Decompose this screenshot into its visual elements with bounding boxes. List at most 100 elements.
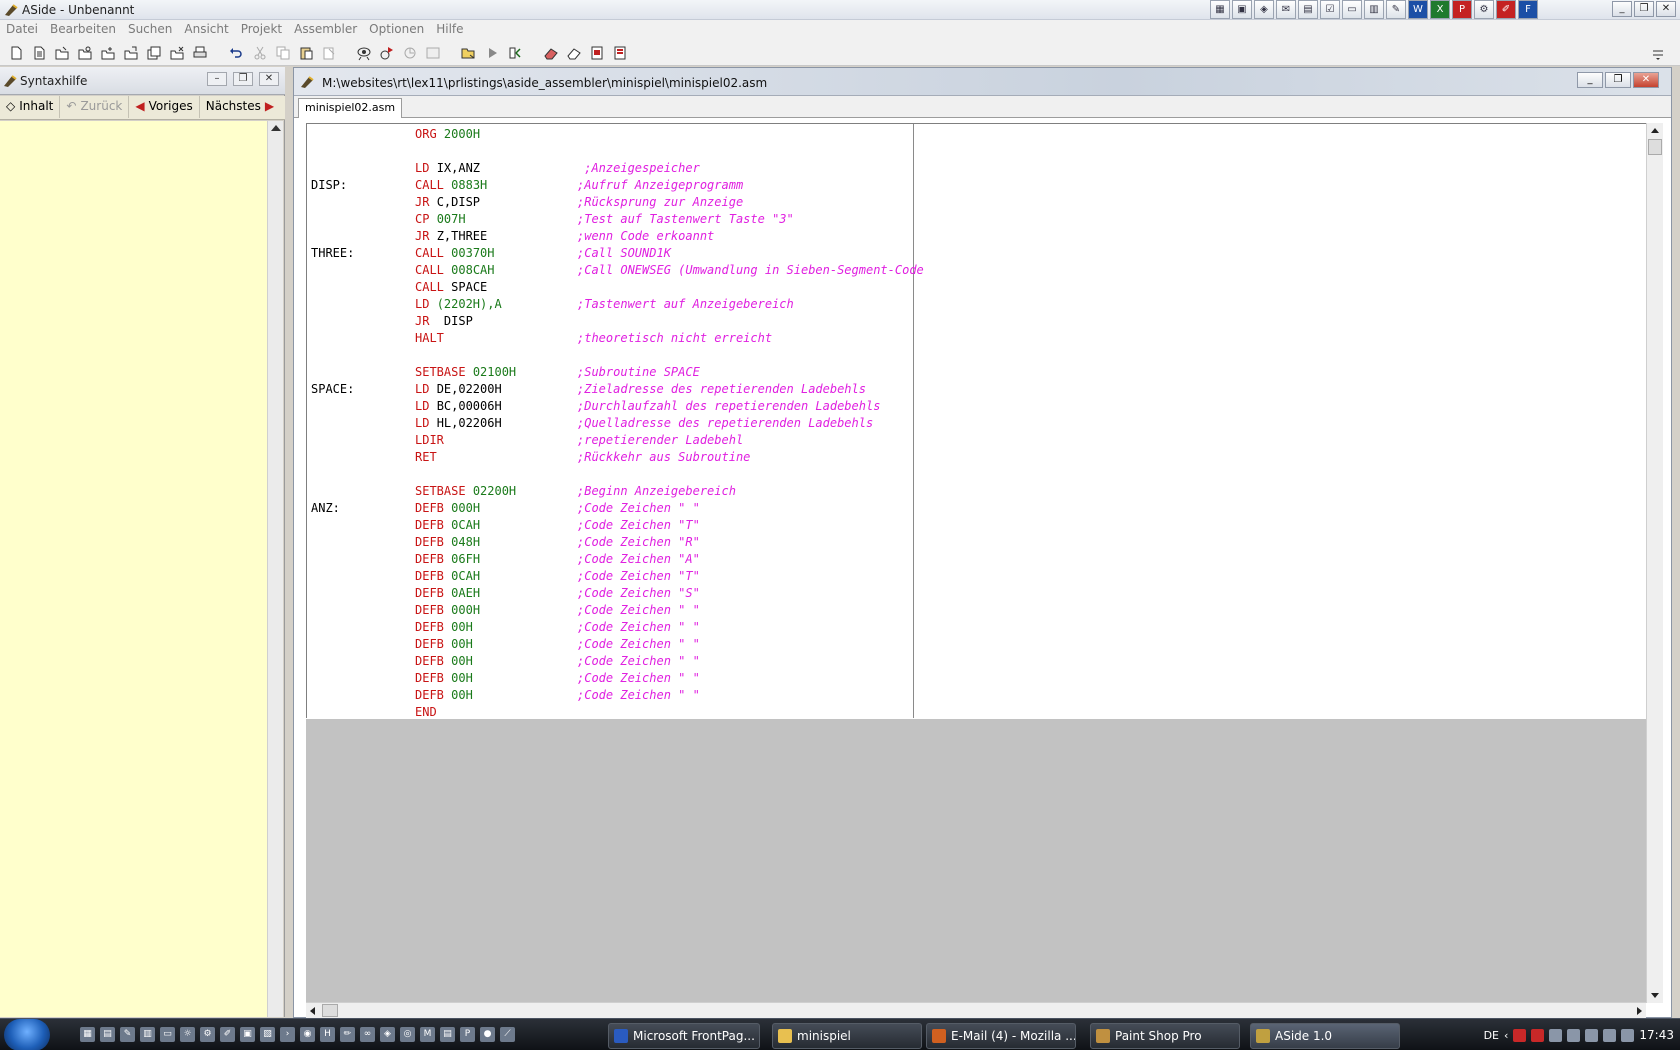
contact-icon[interactable]: ▭	[1342, 0, 1362, 19]
connection-icon[interactable]	[1621, 1028, 1635, 1042]
scroll-left-arrow-icon[interactable]	[310, 1007, 315, 1015]
horizontal-scroll-thumb[interactable]	[322, 1004, 338, 1017]
help-icon[interactable]: H	[320, 1027, 335, 1042]
calculator-icon[interactable]: ▥	[140, 1027, 155, 1042]
clear-icon[interactable]	[566, 45, 582, 61]
firefox-icon[interactable]: ●	[480, 1027, 495, 1042]
switch-windows-icon[interactable]: ▤	[100, 1027, 115, 1042]
office-shortcut-icon[interactable]: ▣	[1232, 0, 1252, 19]
tool-icon[interactable]: ⟋	[500, 1027, 515, 1042]
help-scrollbar[interactable]	[267, 121, 283, 1017]
console-icon[interactable]: ›	[280, 1027, 295, 1042]
menu-optionen[interactable]: Optionen	[369, 20, 430, 40]
copy-icon[interactable]	[275, 45, 291, 61]
tab-minispiel02[interactable]: minispiel02.asm	[298, 98, 403, 118]
editor-restore-button[interactable]: ❐	[1605, 72, 1631, 88]
close-file-icon[interactable]	[169, 45, 185, 61]
back-button[interactable]: ↶ Zurück	[60, 96, 130, 118]
clock[interactable]: 17:43	[1639, 1028, 1674, 1042]
language-indicator[interactable]: DE	[1484, 1029, 1499, 1042]
notepad-icon[interactable]: ▭	[160, 1027, 175, 1042]
update-icon[interactable]	[1549, 1028, 1563, 1042]
task-mozilla-mail[interactable]: E-Mail (4) - Mozilla ...	[926, 1023, 1076, 1049]
settings-icon[interactable]	[589, 45, 605, 61]
calendar-icon[interactable]: ▤	[1298, 0, 1318, 19]
menu-datei[interactable]: Datei	[6, 20, 44, 40]
restore-button[interactable]: ❐	[1634, 1, 1654, 17]
vertical-scrollbar[interactable]	[1646, 123, 1663, 1003]
edit-icon[interactable]: ✏	[340, 1027, 355, 1042]
start-button[interactable]	[4, 1019, 50, 1050]
code-editor[interactable]: ORG 2000H LD IX,ANZ ;Anzeigespeicher DISP…	[306, 123, 1646, 718]
panel-minimize-button[interactable]: –	[207, 72, 227, 86]
sun-icon[interactable]: ☼	[180, 1027, 195, 1042]
excel-icon[interactable]: X	[1430, 0, 1450, 19]
mail-icon[interactable]: ✉	[1276, 0, 1296, 19]
new-document-icon[interactable]	[31, 45, 47, 61]
help-content-area[interactable]	[0, 121, 267, 1017]
mail-icon[interactable]: M	[420, 1027, 435, 1042]
open-recent-icon[interactable]	[77, 45, 93, 61]
alert-icon[interactable]	[1531, 1028, 1545, 1042]
panel-restore-button[interactable]: ❐	[233, 72, 253, 86]
scroll-up-arrow-icon[interactable]	[271, 125, 281, 131]
publisher-icon[interactable]: ✐	[1496, 0, 1516, 19]
help-book-icon[interactable]	[612, 45, 628, 61]
media-icon[interactable]: ◉	[300, 1027, 315, 1042]
link-icon[interactable]: ∞	[360, 1027, 375, 1042]
previous-button[interactable]: ◀ Voriges	[129, 96, 200, 118]
horizontal-scrollbar[interactable]	[306, 1002, 1646, 1018]
vertical-scroll-thumb[interactable]	[1648, 139, 1662, 155]
note-icon[interactable]: ▥	[1364, 0, 1384, 19]
menu-bearbeiten[interactable]: Bearbeiten	[50, 20, 122, 40]
image-icon[interactable]: ▧	[260, 1027, 275, 1042]
save-as-icon[interactable]	[123, 45, 139, 61]
scroll-down-arrow-icon[interactable]	[1651, 993, 1659, 998]
frontpage-icon[interactable]: F	[1518, 0, 1538, 19]
network-icon[interactable]	[1585, 1028, 1599, 1042]
task-aside[interactable]: ASide 1.0	[1250, 1023, 1400, 1049]
tray-app-icon[interactable]	[1567, 1028, 1581, 1042]
powerpoint-icon[interactable]: P	[1452, 0, 1472, 19]
undo-icon[interactable]	[228, 45, 244, 61]
next-button[interactable]: Nächstes ▶	[200, 96, 280, 118]
task-frontpage[interactable]: Microsoft FrontPag...	[608, 1023, 760, 1049]
panel-close-button[interactable]: ✕	[259, 72, 279, 86]
assemble-icon[interactable]	[507, 45, 523, 61]
menu-projekt[interactable]: Projekt	[241, 20, 288, 40]
save-icon[interactable]	[100, 45, 116, 61]
view-icon[interactable]	[356, 45, 372, 61]
task-icon[interactable]: ☑	[1320, 0, 1340, 19]
goto-icon[interactable]	[402, 45, 418, 61]
paste-icon[interactable]	[298, 45, 314, 61]
run-icon[interactable]	[484, 45, 500, 61]
task-paint-shop-pro[interactable]: Paint Shop Pro	[1090, 1023, 1240, 1049]
contents-button[interactable]: ◇ Inhalt	[0, 96, 61, 118]
paint-icon[interactable]: ✎	[120, 1027, 135, 1042]
monitor-icon[interactable]: ▣	[240, 1027, 255, 1042]
document-icon[interactable]: ▤	[440, 1027, 455, 1042]
editor-minimize-button[interactable]: _	[1577, 72, 1603, 88]
globe-icon[interactable]: ◎	[400, 1027, 415, 1042]
menu-assembler[interactable]: Assembler	[294, 20, 363, 40]
print-icon[interactable]	[192, 45, 208, 61]
menu-ansicht[interactable]: Ansicht	[184, 20, 234, 40]
save-all-icon[interactable]	[146, 45, 162, 61]
close-button[interactable]: ✕	[1656, 1, 1676, 17]
replace-icon[interactable]	[379, 45, 395, 61]
security-icon[interactable]	[1513, 1028, 1527, 1042]
eraser-icon[interactable]	[543, 45, 559, 61]
pdf-icon[interactable]: P	[460, 1027, 475, 1042]
tray-expand-icon[interactable]: ‹	[1504, 1029, 1508, 1042]
open-file-icon[interactable]	[54, 45, 70, 61]
word-icon[interactable]: W	[1408, 0, 1428, 19]
find-icon[interactable]	[321, 45, 337, 61]
scroll-up-arrow-icon[interactable]	[1651, 128, 1659, 133]
menu-hilfe[interactable]: Hilfe	[436, 20, 469, 40]
volume-icon[interactable]	[1603, 1028, 1617, 1042]
minimize-button[interactable]: _	[1612, 1, 1632, 17]
project-icon[interactable]	[460, 45, 476, 61]
show-desktop-icon[interactable]: ▦	[80, 1027, 95, 1042]
menu-suchen[interactable]: Suchen	[128, 20, 178, 40]
task-minispiel-folder[interactable]: minispiel	[772, 1023, 922, 1049]
